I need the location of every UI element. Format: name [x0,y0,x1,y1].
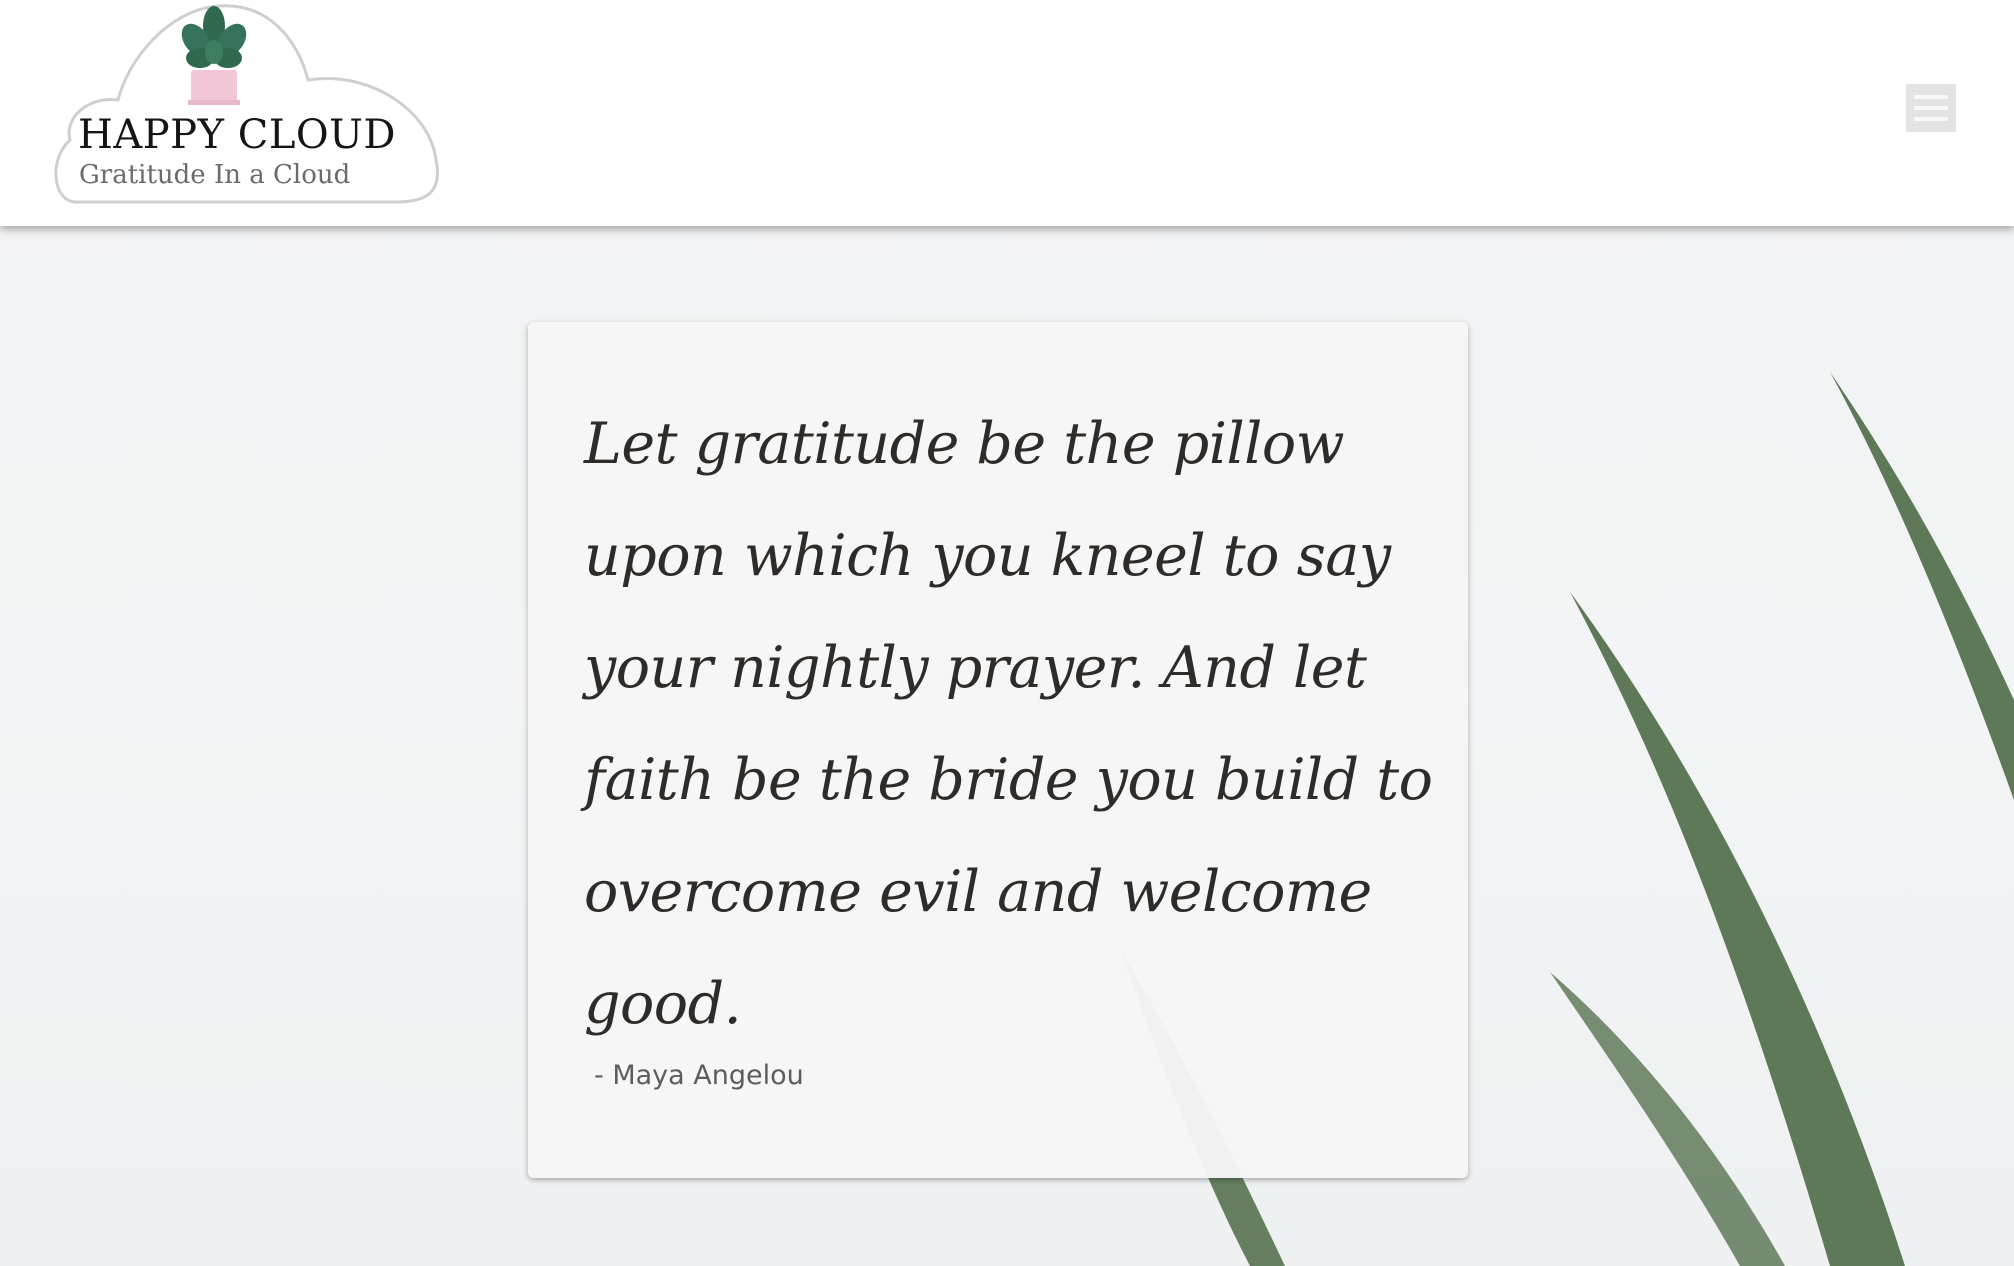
brand-tagline: Gratitude In a Cloud [79,160,351,190]
site-header: HAPPY CLOUD Gratitude In a Cloud [0,0,2014,226]
menu-bar [1914,117,1948,121]
quote-card: Let gratitude be the pillow upon which y… [528,322,1468,1178]
page: HAPPY CLOUD Gratitude In a Cloud Let gra… [0,0,2014,1266]
quote-text: Let gratitude be the pillow upon which y… [584,411,1433,1037]
quote-author: - Maya Angelou [594,1060,804,1091]
menu-bar [1914,95,1948,99]
menu-bar [1914,106,1948,110]
hamburger-menu-icon[interactable] [1906,84,1956,132]
site-logo[interactable]: HAPPY CLOUD Gratitude In a Cloud [48,0,440,210]
brand-name: HAPPY CLOUD [78,112,396,158]
